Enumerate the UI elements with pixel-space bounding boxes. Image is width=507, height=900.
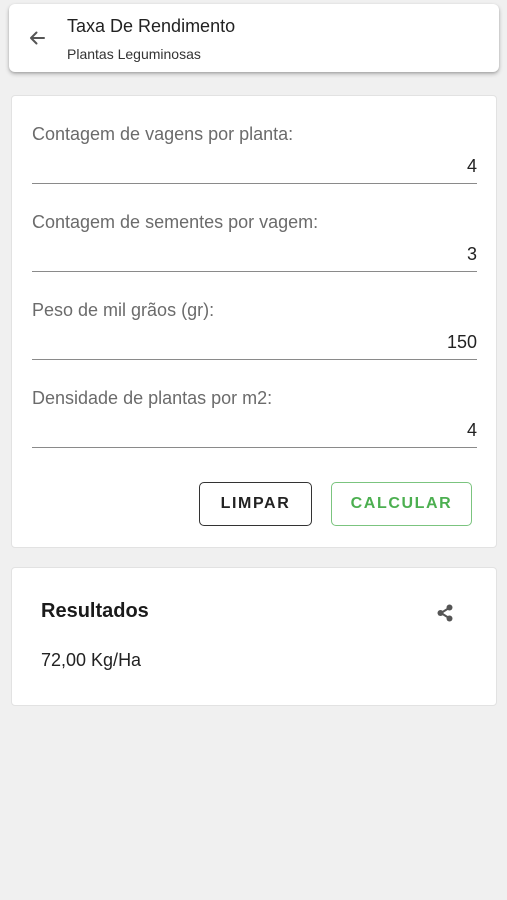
page-subtitle: Plantas Leguminosas	[67, 46, 201, 62]
back-button[interactable]	[23, 24, 51, 52]
seeds-per-pod-label: Contagem de sementes por vagem:	[32, 212, 319, 232]
results-card: Resultados 72,00 Kg/Ha	[11, 567, 497, 706]
pods-per-plant-field: Contagem de vagens por planta:	[32, 124, 477, 188]
calculate-button[interactable]: CALCULAR	[331, 482, 472, 526]
input-form-card: Contagem de vagens por planta: Contagem …	[11, 95, 497, 548]
pods-per-plant-label: Contagem de vagens por planta:	[32, 124, 294, 144]
plant-density-label: Densidade de plantas por m2:	[32, 388, 273, 408]
page-title: Taxa De Rendimento	[67, 16, 236, 36]
arrow-left-icon	[30, 31, 45, 45]
app-bar: Taxa De Rendimento Plantas Leguminosas	[9, 4, 499, 72]
thousand-grain-weight-input[interactable]	[32, 328, 477, 360]
clear-button[interactable]: LIMPAR	[199, 482, 312, 526]
share-icon	[437, 604, 453, 622]
pods-per-plant-input[interactable]	[32, 152, 477, 184]
seeds-per-pod-input[interactable]	[32, 240, 477, 272]
plant-density-field: Densidade de plantas por m2:	[32, 388, 477, 452]
share-button[interactable]	[432, 600, 458, 626]
results-title: Resultados	[41, 600, 149, 622]
thousand-grain-weight-field: Peso de mil grãos (gr):	[32, 300, 477, 364]
thousand-grain-weight-label: Peso de mil grãos (gr):	[32, 300, 215, 320]
result-value: 72,00 Kg/Ha	[41, 650, 142, 670]
plant-density-input[interactable]	[32, 416, 477, 448]
seeds-per-pod-field: Contagem de sementes por vagem:	[32, 212, 477, 276]
